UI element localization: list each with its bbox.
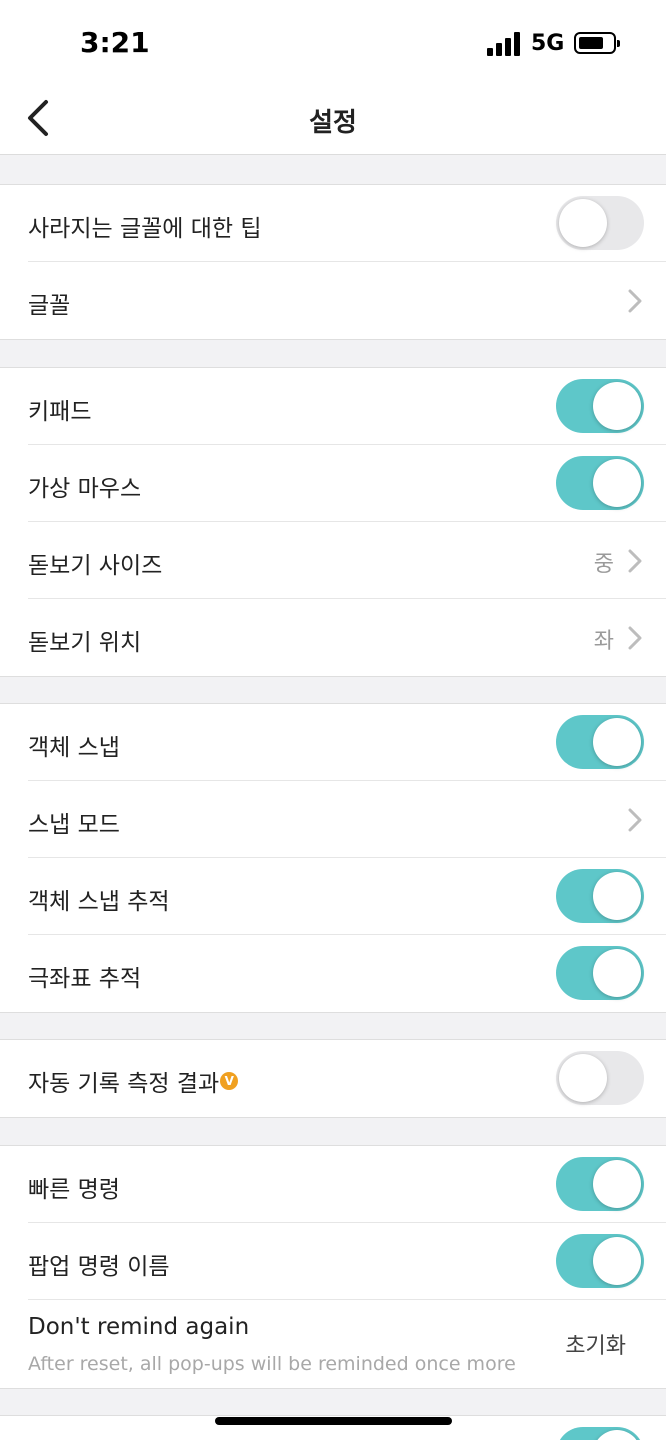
- settings-row[interactable]: 돋보기 위치 좌: [28, 599, 666, 676]
- settings-row: 사라지는 글꼴에 대한 팁: [28, 185, 666, 262]
- toggle-switch[interactable]: [556, 946, 644, 1000]
- home-indicator[interactable]: [215, 1417, 452, 1425]
- row-label: 글꼴: [28, 286, 70, 320]
- settings-row: 자동 기록 측정 결과 V: [28, 1040, 666, 1117]
- vip-badge-icon: V: [220, 1072, 239, 1090]
- cellular-signal-icon: [487, 32, 521, 56]
- toggle-knob: [593, 382, 641, 430]
- page-title: 설정: [309, 108, 357, 138]
- row-label-text: 객체 스냅 추적: [28, 889, 170, 915]
- settings-row: 객체 스냅: [28, 704, 666, 781]
- row-label: 객체 스냅 추적: [28, 882, 170, 916]
- chevron-right-icon: [626, 805, 644, 835]
- status-bar: 3:21 5G: [0, 0, 666, 80]
- toggle-switch[interactable]: [556, 1427, 644, 1440]
- toggle-switch[interactable]: [556, 379, 644, 433]
- row-label-text: 스냅 모드: [28, 812, 120, 838]
- settings-row: 극좌표 추적: [28, 935, 666, 1012]
- row-label: 팝업 명령 이름: [28, 1247, 170, 1281]
- settings-row: 객체 스냅 추적: [28, 858, 666, 935]
- settings-row[interactable]: 스냅 모드: [28, 781, 666, 858]
- row-label: 빠른 명령: [28, 1170, 120, 1204]
- toggle-knob: [593, 459, 641, 507]
- row-label-text: Don't remind again: [28, 1314, 250, 1340]
- settings-group: 빠른 명령팝업 명령 이름 Don't remind again After res…: [0, 1145, 666, 1389]
- row-label: 자동 기록 측정 결과 V: [28, 1064, 239, 1098]
- row-label-text: 객체 스냅: [28, 735, 120, 761]
- network-type: 5G: [531, 31, 565, 56]
- status-time: 3:21: [80, 26, 150, 59]
- settings-group: 객체 스냅스냅 모드객체 스냅 추적극좌표 추적: [0, 703, 666, 1013]
- toggle-switch[interactable]: [556, 715, 644, 769]
- row-label-text: 돋보기 위치: [28, 630, 142, 656]
- nav-bar: 설정: [0, 80, 666, 155]
- toggle-knob: [593, 949, 641, 997]
- row-label: 가상 마우스: [28, 469, 141, 503]
- row-label: 객체 스냅: [28, 728, 120, 762]
- settings-row[interactable]: 글꼴: [28, 262, 666, 339]
- settings-row: 팝업 명령 이름: [28, 1223, 666, 1300]
- toggle-knob: [593, 1430, 641, 1440]
- settings-group: 키패드가상 마우스돋보기 사이즈 중돋보기 위치 좌: [0, 367, 666, 677]
- row-label: 돋보기 위치: [28, 623, 141, 657]
- toggle-switch[interactable]: [556, 869, 644, 923]
- toggle-switch[interactable]: [556, 1234, 644, 1288]
- settings-row: 키패드: [28, 368, 666, 445]
- row-subtitle: After reset, all pop-ups will be reminde…: [28, 1353, 516, 1375]
- row-label-text: 팝업 명령 이름: [28, 1254, 170, 1280]
- chevron-right-icon: [626, 546, 644, 576]
- row-label-text: 사라지는 글꼴에 대한 팁: [28, 216, 262, 242]
- reset-button[interactable]: 초기화: [565, 1328, 626, 1360]
- toggle-switch[interactable]: [556, 1157, 644, 1211]
- toggle-knob: [593, 1237, 641, 1285]
- row-label: 키패드: [28, 392, 91, 426]
- row-label-text: 돋보기 사이즈: [28, 553, 163, 579]
- toggle-knob: [593, 872, 641, 920]
- row-label-text: 극좌표 추적: [28, 966, 142, 992]
- toggle-switch[interactable]: [556, 196, 644, 250]
- row-label: 돋보기 사이즈: [28, 546, 162, 580]
- chevron-right-icon: [626, 623, 644, 653]
- settings-row: 가상 마우스: [28, 445, 666, 522]
- row-label-text: 키패드: [28, 399, 92, 425]
- row-label: 사라지는 글꼴에 대한 팁: [28, 209, 262, 243]
- toggle-knob: [559, 1054, 607, 1102]
- toggle-knob: [559, 199, 607, 247]
- row-label-text: 가상 마우스: [28, 476, 142, 502]
- toggle-switch[interactable]: [556, 1051, 644, 1105]
- toggle-knob: [593, 1160, 641, 1208]
- toggle-switch[interactable]: [556, 456, 644, 510]
- chevron-right-icon: [626, 286, 644, 316]
- row-value: 좌: [593, 629, 614, 654]
- battery-icon: [574, 32, 620, 54]
- settings-group: 사라지는 글꼴에 대한 팁글꼴: [0, 184, 666, 340]
- row-label: Don't remind again: [28, 1314, 249, 1340]
- settings-row: 빠른 명령: [28, 1146, 666, 1223]
- row-label-text: 글꼴: [28, 293, 71, 319]
- settings-group: 자동 기록 측정 결과 V: [0, 1039, 666, 1118]
- row-label-text: 빠른 명령: [28, 1177, 120, 1203]
- row-value: 중: [593, 552, 614, 577]
- settings-row[interactable]: 돋보기 사이즈 중: [28, 522, 666, 599]
- toggle-knob: [593, 718, 641, 766]
- row-label: 스냅 모드: [28, 805, 120, 839]
- settings-row: Don't remind again After reset, all pop-u…: [28, 1300, 666, 1388]
- row-label-text: 자동 기록 측정 결과: [28, 1071, 220, 1097]
- row-label: 극좌표 추적: [28, 959, 141, 993]
